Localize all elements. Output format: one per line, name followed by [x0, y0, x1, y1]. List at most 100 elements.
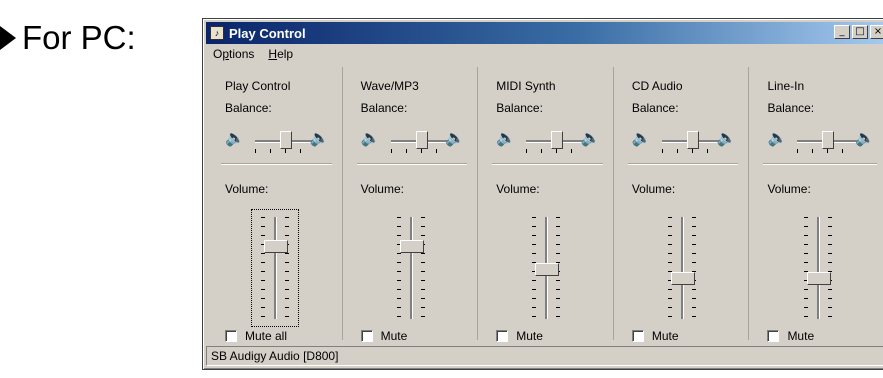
mute-label: Mute [651, 329, 679, 343]
speaker-right-icon: 🔈 [716, 130, 737, 147]
balance-thumb[interactable] [686, 131, 699, 149]
channel-name: Wave/MP3 [360, 79, 419, 93]
balance-label: Balance: [360, 101, 408, 115]
mute-checkbox[interactable]: Mute all [225, 329, 287, 343]
balance-thumb[interactable] [415, 131, 428, 149]
balance-slider[interactable] [797, 129, 858, 153]
volume-ticks-right [285, 217, 289, 319]
divider [492, 163, 603, 165]
speaker-right-icon: 🔈 [855, 130, 876, 147]
volume-thumb[interactable] [264, 240, 288, 253]
balance-thumb[interactable] [822, 131, 835, 149]
mute-checkbox-box[interactable] [225, 330, 237, 342]
title-bar[interactable]: ♪ Play Control _ □ × [206, 22, 883, 44]
divider [221, 163, 332, 165]
speaker-left-icon: 🔈 [767, 130, 788, 147]
mute-checkbox[interactable]: Mute [631, 329, 679, 343]
volume-label: Volume: [631, 182, 676, 196]
volume-ticks-right [691, 217, 696, 319]
balance-slider[interactable] [255, 129, 315, 153]
volume-ticks-left [667, 217, 672, 319]
volume-slider[interactable] [662, 213, 702, 323]
balance-label: Balance: [767, 101, 815, 115]
mixer-app-icon[interactable]: ♪ [210, 26, 224, 40]
volume-slider[interactable] [798, 213, 838, 323]
volume-ticks-right [828, 217, 833, 319]
maximize-button[interactable]: □ [852, 25, 868, 39]
close-button[interactable]: × [870, 25, 883, 39]
divider [763, 163, 878, 165]
volume-slider[interactable] [526, 213, 566, 323]
volume-slider[interactable] [251, 209, 299, 327]
volume-thumb[interactable] [399, 240, 424, 253]
speaker-right-icon: 🔈 [445, 130, 466, 147]
speaker-left-icon: 🔈 [496, 130, 517, 147]
mute-checkbox-box[interactable] [631, 330, 644, 342]
speaker-left-icon: 🔈 [631, 130, 652, 147]
speaker-left-icon: 🔈 [360, 130, 381, 147]
window-title: Play Control [229, 25, 306, 41]
status-bar: SB Audigy Audio [D800] [206, 346, 883, 366]
menu-options[interactable]: Options [213, 47, 254, 65]
for-pc-text: For PC: [22, 19, 136, 56]
volume-thumb[interactable] [535, 263, 560, 276]
mute-checkbox-box[interactable] [767, 330, 780, 342]
mute-label: Mute [380, 329, 408, 343]
menu-bar: Options Help [207, 47, 293, 65]
mute-checkbox[interactable]: Mute [360, 329, 408, 343]
mute-label: Mute all [245, 329, 288, 343]
channel-cd-audio: CD Audio Balance: 🔈 🔈 Volume: Mute [614, 67, 750, 343]
divider [627, 163, 739, 165]
play-control-window: ♪ Play Control _ □ × Options Help Play C… [202, 18, 883, 370]
balance-thumb[interactable] [551, 131, 564, 149]
volume-ticks-left [804, 217, 809, 319]
arrow-right-icon [0, 26, 16, 50]
balance-label: Balance: [225, 101, 272, 115]
speaker-right-icon: 🔈 [309, 130, 330, 147]
menu-help[interactable]: Help [268, 47, 293, 65]
mute-checkbox[interactable]: Mute [767, 329, 814, 343]
volume-label: Volume: [360, 182, 404, 196]
balance-ticks [797, 149, 858, 153]
balance-ticks [526, 149, 587, 153]
channel-name: Line-In [767, 79, 805, 93]
balance-ticks [661, 149, 722, 153]
channel-panes: Play Control Balance: 🔈 🔈 Volume: Mute a… [207, 67, 883, 343]
balance-label: Balance: [631, 101, 679, 115]
channel-wave-mp3: Wave/MP3 Balance: 🔈 🔈 Volume: Mute [343, 67, 479, 343]
mute-label: Mute [787, 329, 815, 343]
channel-play-control: Play Control Balance: 🔈 🔈 Volume: Mute a… [207, 67, 343, 343]
speaker-right-icon: 🔈 [580, 130, 601, 147]
mute-checkbox-box[interactable] [496, 330, 509, 342]
volume-label: Volume: [767, 182, 811, 196]
volume-label: Volume: [496, 182, 540, 196]
mute-checkbox[interactable]: Mute [496, 329, 543, 343]
volume-thumb[interactable] [670, 272, 695, 285]
mute-checkbox-box[interactable] [360, 330, 373, 342]
volume-ticks-left [396, 217, 401, 319]
divider [356, 163, 468, 165]
balance-slider[interactable] [526, 129, 587, 153]
volume-thumb[interactable] [807, 272, 832, 285]
balance-slider[interactable] [390, 129, 451, 153]
channel-name: MIDI Synth [496, 79, 556, 93]
channel-line-in: Line-In Balance: 🔈 🔈 Volume: Mute [749, 67, 883, 343]
channel-name: CD Audio [631, 79, 683, 93]
balance-slider[interactable] [661, 129, 722, 153]
volume-ticks-left [261, 217, 265, 319]
channel-midi-synth: MIDI Synth Balance: 🔈 🔈 Volume: Mute [478, 67, 614, 343]
for-pc-label: For PC: [0, 18, 136, 58]
volume-label: Volume: [225, 182, 269, 196]
volume-track [680, 217, 684, 319]
minimize-button[interactable]: _ [834, 25, 850, 39]
speaker-left-icon: 🔈 [225, 130, 245, 147]
volume-track [817, 217, 821, 319]
balance-thumb[interactable] [280, 131, 292, 149]
volume-slider[interactable] [391, 213, 431, 323]
volume-track [274, 217, 277, 319]
volume-ticks-right [420, 217, 425, 319]
balance-label: Balance: [496, 101, 543, 115]
balance-ticks [390, 149, 451, 153]
channel-name: Play Control [225, 79, 291, 93]
volume-track [409, 217, 413, 319]
